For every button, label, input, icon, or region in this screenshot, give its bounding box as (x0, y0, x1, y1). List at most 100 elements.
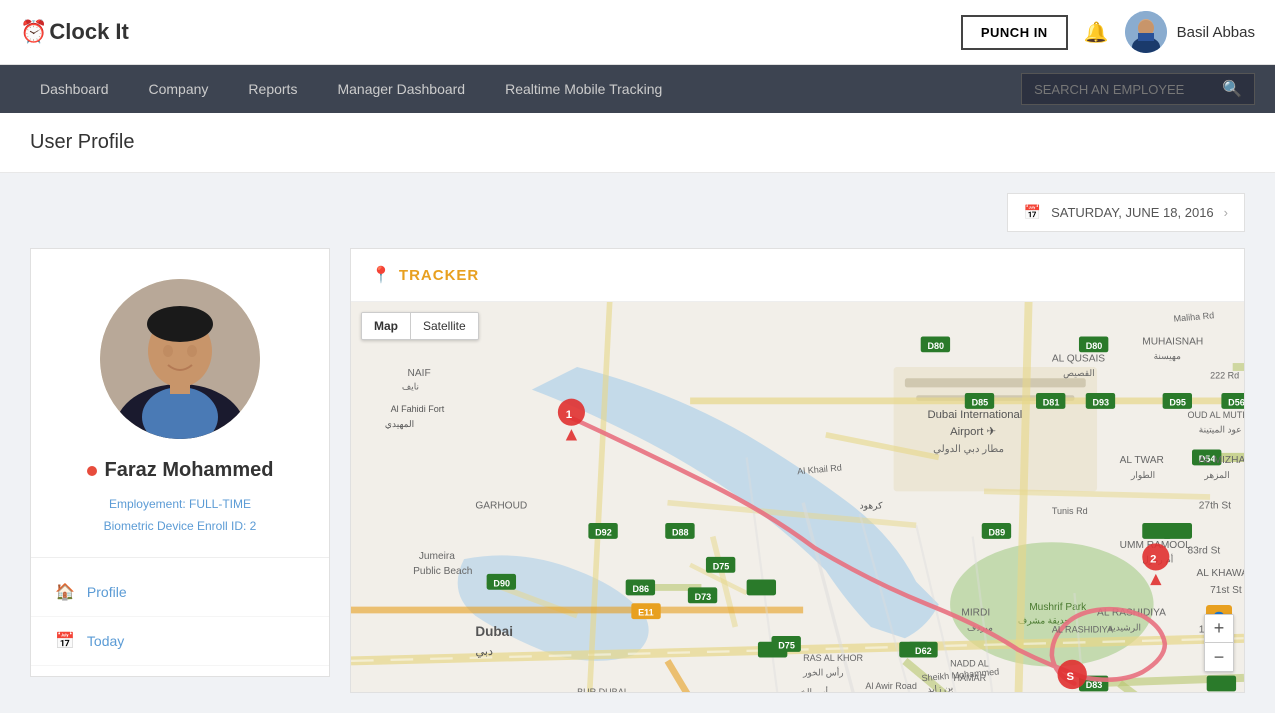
svg-text:MIRDI: MIRDI (961, 608, 990, 619)
date-widget[interactable]: 📅 SATURDAY, JUNE 18, 2016 › (1007, 193, 1245, 232)
profile-name-text: Faraz Mohammed (105, 459, 274, 482)
svg-text:MUHAISNAH: MUHAISNAH (1142, 336, 1203, 347)
nav-item-company[interactable]: Company (129, 65, 229, 113)
svg-text:HAMAR: HAMAR (953, 673, 986, 683)
svg-text:نايف: نايف (402, 382, 419, 392)
svg-text:المزهر: المزهر (1203, 470, 1229, 481)
employee-search: 🔍 (1021, 73, 1255, 105)
user-name-label: Basil Abbas (1177, 24, 1255, 41)
svg-text:D56: D56 (1228, 397, 1244, 407)
svg-text:كرهود: كرهود (860, 500, 883, 511)
biometric-label: Biometric Device Enroll ID: 2 (51, 516, 309, 538)
svg-text:D89: D89 (989, 527, 1006, 537)
svg-text:D85: D85 (972, 397, 989, 407)
svg-text:Public Beach: Public Beach (413, 566, 472, 577)
svg-text:D93: D93 (1093, 397, 1110, 407)
svg-text:Dubai International: Dubai International (927, 409, 1022, 421)
profile-section: Faraz Mohammed Employement: FULL-TIME Bi… (31, 249, 329, 558)
svg-text:AL KHAWA: AL KHAWA (1197, 568, 1244, 579)
sidebar-item-today[interactable]: 📅 Today (31, 617, 329, 666)
status-dot (87, 466, 97, 476)
svg-text:رأس الخور: رأس الخور (802, 666, 844, 679)
pin-icon: 📍 (371, 265, 391, 285)
zoom-out-button[interactable]: − (1205, 643, 1233, 671)
svg-text:AL TWAR: AL TWAR (1120, 455, 1164, 466)
content-area: 📅 SATURDAY, JUNE 18, 2016 › (0, 173, 1275, 713)
logo-clock-icon: ⏰ (20, 19, 47, 45)
svg-text:Dubai: Dubai (475, 624, 513, 639)
svg-text:AL QUSAIS: AL QUSAIS (1052, 353, 1105, 364)
svg-text:D81: D81 (1043, 397, 1060, 407)
tracker-header: 📍 TRACKER (351, 249, 1244, 302)
header-right: PUNCH IN 🔔 Basil Abbas (961, 11, 1255, 53)
svg-text:D75: D75 (713, 561, 730, 571)
calendar-nav-icon: 📅 (55, 631, 75, 651)
svg-text:مطار دبي الدولي: مطار دبي الدولي (933, 444, 1004, 455)
search-input[interactable] (1034, 82, 1214, 97)
main-grid: Faraz Mohammed Employement: FULL-TIME Bi… (30, 248, 1245, 693)
tracker-title: TRACKER (399, 267, 479, 284)
search-icon[interactable]: 🔍 (1222, 79, 1242, 99)
map-container: Mushrif Park حديقة مشرف Dubai Internatio… (351, 302, 1244, 692)
map-view-button[interactable]: Map (362, 313, 411, 339)
date-label: SATURDAY, JUNE 18, 2016 (1051, 205, 1214, 220)
svg-text:D80: D80 (1086, 341, 1103, 351)
svg-text:بن زايد: بن زايد (927, 682, 954, 692)
svg-text:GARHOUD: GARHOUD (475, 500, 527, 511)
employment-label: Employement: FULL-TIME (51, 494, 309, 516)
profile-avatar (100, 279, 260, 439)
profile-meta: Employement: FULL-TIME Biometric Device … (51, 494, 309, 537)
svg-text:71st St: 71st St (1210, 585, 1242, 596)
svg-text:Airport ✈: Airport ✈ (950, 426, 996, 438)
home-icon: 🏠 (55, 582, 75, 602)
svg-text:222 Rd: 222 Rd (1210, 370, 1239, 380)
svg-text:1: 1 (566, 409, 572, 421)
svg-text:D73: D73 (695, 592, 712, 602)
svg-text:Al Awir Road: Al Awir Road (865, 681, 917, 691)
svg-text:2: 2 (1150, 554, 1156, 566)
svg-text:القصيص: القصيص (1063, 368, 1094, 379)
nav-item-manager-dashboard[interactable]: Manager Dashboard (317, 65, 485, 113)
svg-text:NAIF: NAIF (408, 368, 431, 379)
nav-item-dashboard[interactable]: Dashboard (20, 65, 129, 113)
notification-bell-icon[interactable]: 🔔 (1084, 20, 1109, 45)
svg-text:عود الميتينة: عود الميتينة (1199, 425, 1242, 436)
svg-text:OUD AL MUTEENA: OUD AL MUTEENA (1187, 410, 1244, 420)
page-title-bar: User Profile (0, 113, 1275, 173)
left-panel: Faraz Mohammed Employement: FULL-TIME Bi… (30, 248, 330, 677)
svg-text:D75: D75 (778, 640, 795, 650)
main-nav: Dashboard Company Reports Manager Dashbo… (0, 65, 1275, 113)
svg-text:Jumeira: Jumeira (419, 551, 455, 562)
svg-text:D86: D86 (632, 584, 649, 594)
svg-text:الطوار: الطوار (1130, 470, 1155, 481)
nav-item-realtime-tracking[interactable]: Realtime Mobile Tracking (485, 65, 682, 113)
svg-text:Mushrif Park: Mushrif Park (1029, 602, 1087, 613)
svg-text:D95: D95 (1169, 397, 1186, 407)
svg-text:رأس الخور: رأس الخور (791, 685, 833, 692)
sidebar-item-profile[interactable]: 🏠 Profile (31, 568, 329, 617)
satellite-view-button[interactable]: Satellite (411, 313, 478, 339)
sidebar-profile-label: Profile (87, 584, 127, 600)
svg-text:Tunis Rd: Tunis Rd (1052, 506, 1088, 516)
map-zoom-controls: + − (1204, 614, 1234, 672)
nav-item-reports[interactable]: Reports (228, 65, 317, 113)
svg-text:مهيسنة: مهيسنة (1154, 351, 1182, 362)
svg-text:27th St: 27th St (1199, 500, 1231, 511)
profile-name: Faraz Mohammed (51, 459, 309, 482)
app-logo: ⏰ Clock It (20, 19, 129, 45)
svg-text:NADD AL: NADD AL (950, 659, 989, 669)
date-bar: 📅 SATURDAY, JUNE 18, 2016 › (30, 193, 1245, 232)
svg-text:D92: D92 (595, 527, 612, 537)
map-view-controls: Map Satellite (361, 312, 479, 340)
top-header: ⏰ Clock It PUNCH IN 🔔 Basil Abbas (0, 0, 1275, 65)
user-avatar (1125, 11, 1167, 53)
punch-in-button[interactable]: PUNCH IN (961, 15, 1068, 50)
svg-text:AL RASHIDIYA: AL RASHIDIYA (1052, 625, 1113, 635)
sidebar-nav: 🏠 Profile 📅 Today (31, 558, 329, 676)
zoom-in-button[interactable]: + (1205, 615, 1233, 643)
svg-text:RAS AL KHOR: RAS AL KHOR (803, 653, 863, 663)
svg-text:D80: D80 (927, 341, 944, 351)
svg-text:83rd St: 83rd St (1187, 546, 1220, 557)
user-info[interactable]: Basil Abbas (1125, 11, 1255, 53)
svg-text:Al Fahidi Fort: Al Fahidi Fort (391, 404, 445, 414)
